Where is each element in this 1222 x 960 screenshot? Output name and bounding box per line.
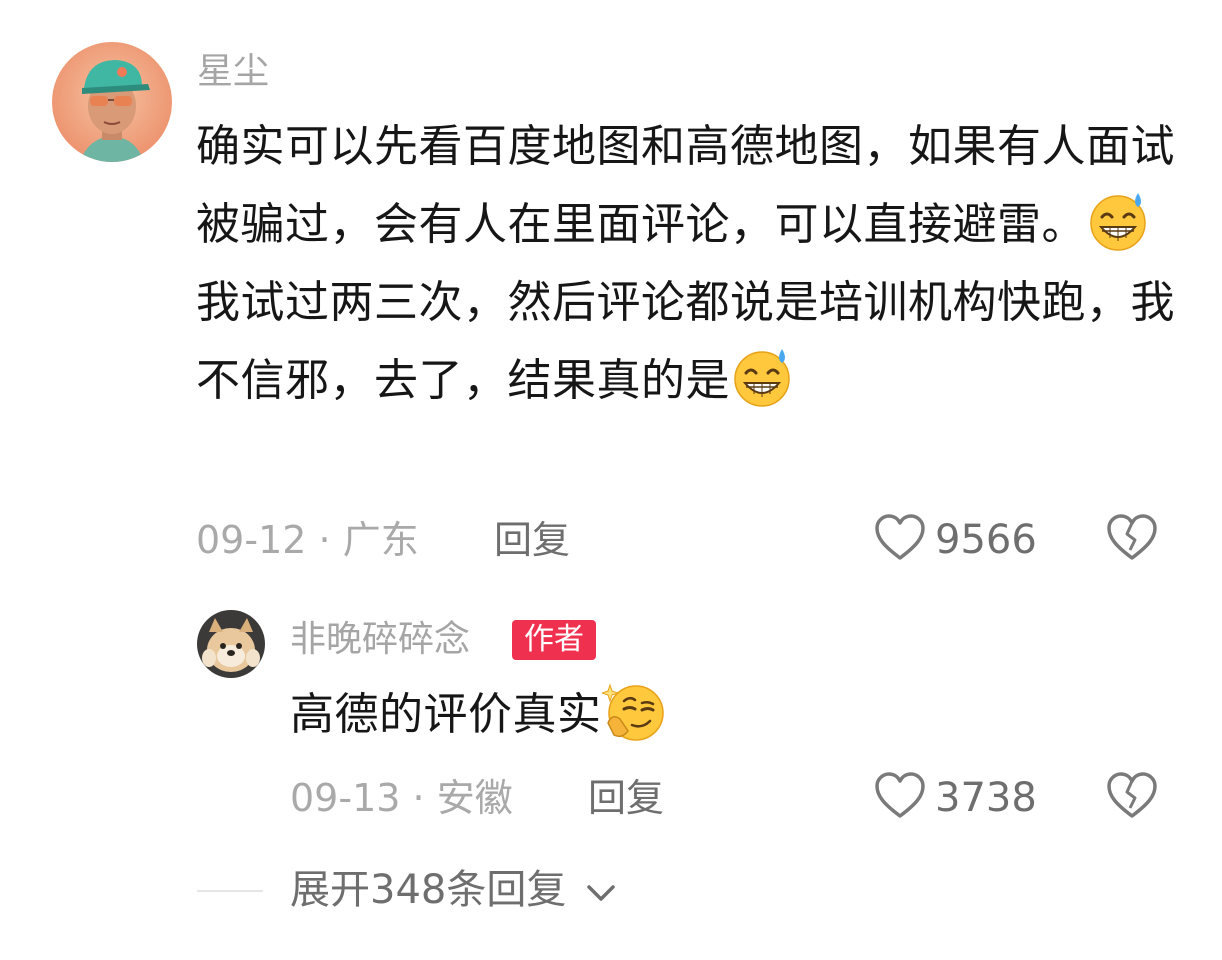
reply-author-avatar[interactable] (197, 610, 265, 678)
comment-date: 09-12 (196, 518, 307, 562)
meta-separator: · (318, 518, 331, 562)
thinking-sly-emoji-icon (601, 679, 666, 743)
comment-text: 确实可以先看百度地图和高德地图，如果有人面试被骗过，会有人在里面评论，可以直接避… (196, 108, 1178, 420)
reply-date: 09-13 (290, 776, 401, 820)
commenter-username[interactable]: 星尘 (197, 52, 269, 92)
dislike-broken-heart-icon[interactable] (1106, 772, 1158, 824)
author-badge: 作者 (512, 620, 596, 660)
comment-location: 广东 (342, 518, 419, 562)
meta-separator: · (412, 776, 425, 820)
reply-username[interactable]: 非晚碎碎念 (290, 620, 470, 660)
comment-meta: 09-12 · 广东 (196, 518, 419, 562)
chevron-down-icon (585, 870, 617, 914)
expand-divider (197, 890, 263, 892)
comment-like-count: 9566 (935, 517, 1037, 563)
comment-text-part-2: 我试过两三次，然后评论都说是培训机构快跑，我不信邪，去了，结果真的是 (196, 277, 1175, 406)
comment-reply-button[interactable]: 回复 (494, 518, 570, 562)
comment-text-part-1: 确实可以先看百度地图和高德地图，如果有人面试被骗过，会有人在里面评论，可以直接避… (196, 121, 1175, 250)
reply-reply-button[interactable]: 回复 (588, 776, 664, 820)
grinning-sweat-emoji-icon (730, 345, 794, 409)
reply-text-content: 高德的评价真实 (290, 689, 602, 740)
reply-text: 高德的评价真实 (290, 676, 1170, 754)
like-heart-icon[interactable] (874, 772, 926, 824)
expand-replies-button[interactable]: 展开348条回复 (290, 868, 617, 914)
reply-location: 安徽 (436, 776, 513, 820)
like-heart-icon[interactable] (874, 514, 926, 566)
reply-like-count: 3738 (935, 775, 1037, 821)
expand-replies-label: 展开348条回复 (290, 867, 567, 913)
commenter-avatar[interactable] (52, 42, 172, 162)
grinning-sweat-emoji-icon (1086, 189, 1150, 253)
reply-meta: 09-13 · 安徽 (290, 776, 513, 820)
dislike-broken-heart-icon[interactable] (1106, 514, 1158, 566)
